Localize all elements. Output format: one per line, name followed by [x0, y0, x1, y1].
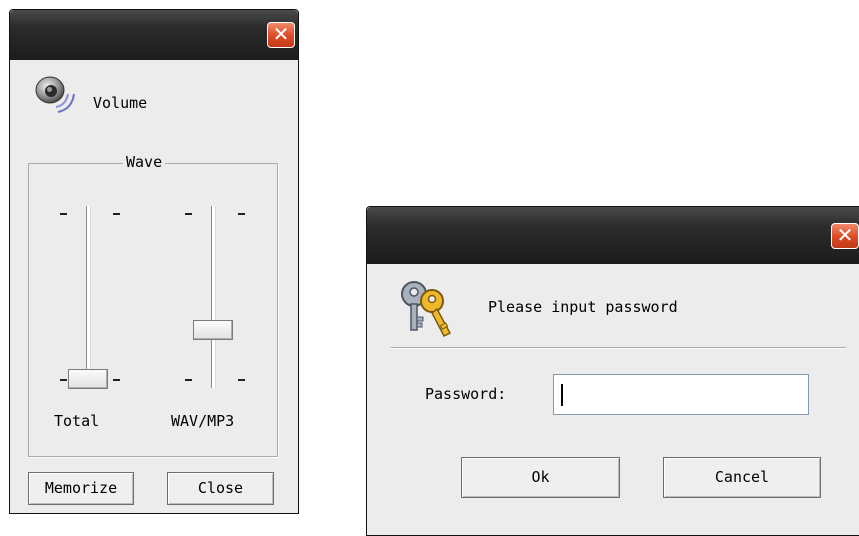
slider-thumb[interactable]: [193, 320, 233, 340]
volume-titlebar[interactable]: ✕: [10, 10, 298, 60]
cancel-button[interactable]: Cancel: [663, 457, 821, 498]
slider-track: [211, 206, 216, 388]
ok-button[interactable]: Ok: [461, 457, 620, 498]
password-field[interactable]: [553, 374, 809, 415]
tick-mark: [238, 213, 245, 215]
text-cursor: [561, 384, 563, 406]
password-window: ✕ Please input password Password: Ok Can…: [366, 206, 859, 536]
tick-mark: [60, 379, 67, 381]
tick-mark: [238, 379, 245, 381]
tick-mark: [185, 213, 192, 215]
tick-mark: [60, 213, 67, 215]
tick-mark: [113, 379, 120, 381]
wav-mp3-slider-label: WAV/MP3: [171, 412, 235, 430]
slider-thumb[interactable]: [68, 369, 108, 389]
tick-mark: [185, 379, 192, 381]
volume-window: ✕ Volume Wave Total WAV/MP3 Memorize Clo…: [9, 9, 299, 514]
separator: [391, 347, 846, 349]
tick-mark: [113, 213, 120, 215]
wave-group-label: Wave: [123, 153, 166, 171]
password-field-label: Password:: [425, 385, 507, 403]
total-slider-label: Total: [54, 412, 100, 430]
keys-icon: [397, 277, 453, 339]
password-close-icon[interactable]: ✕: [831, 223, 859, 249]
wav-mp3-slider[interactable]: [175, 200, 265, 390]
slider-track: [86, 206, 91, 388]
volume-title: Volume: [93, 94, 148, 112]
password-titlebar[interactable]: ✕: [367, 207, 859, 264]
total-slider[interactable]: [50, 200, 140, 390]
speaker-icon: [34, 74, 80, 118]
volume-close-icon[interactable]: ✕: [267, 22, 295, 48]
close-button[interactable]: Close: [167, 472, 274, 505]
memorize-button[interactable]: Memorize: [28, 472, 134, 505]
password-prompt: Please input password: [488, 298, 678, 316]
